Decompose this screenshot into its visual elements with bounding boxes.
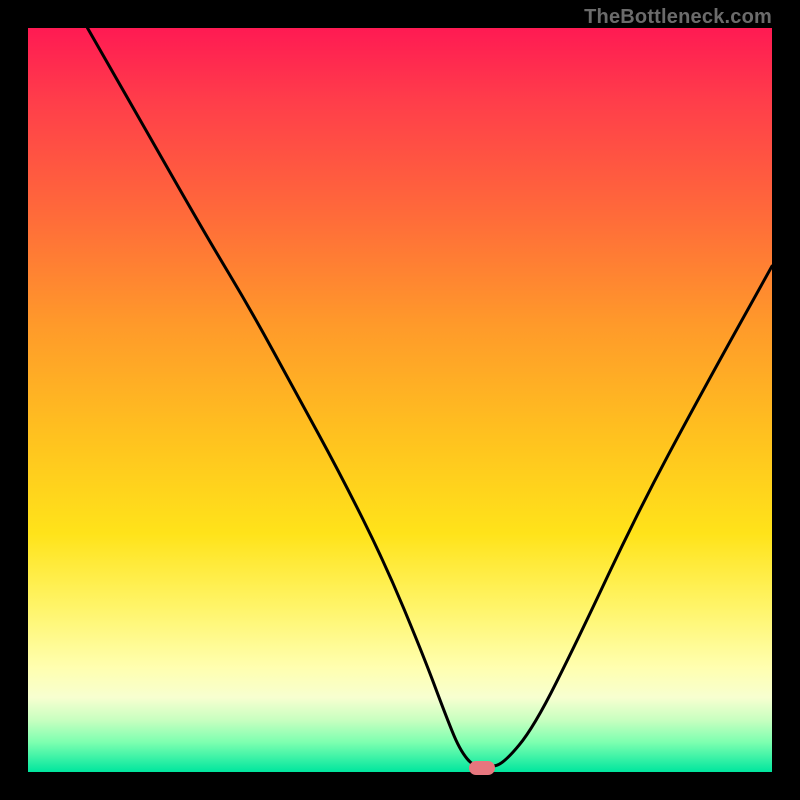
plot-area [28,28,772,772]
optimal-point-marker [469,761,495,775]
chart-frame: TheBottleneck.com [0,0,800,800]
bottleneck-curve [28,28,772,772]
watermark-text: TheBottleneck.com [584,6,772,29]
